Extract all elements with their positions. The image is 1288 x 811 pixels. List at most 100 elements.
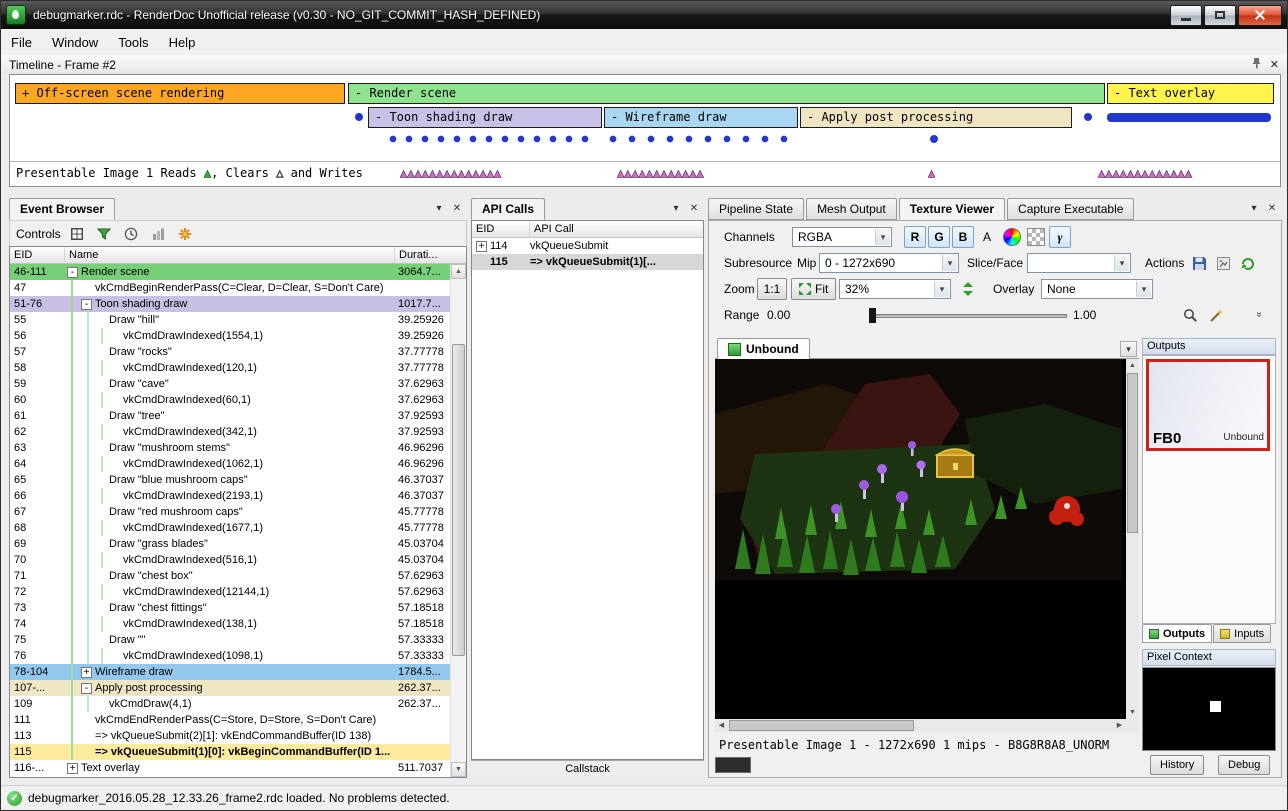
timeline-event-dot[interactable]	[1084, 113, 1092, 121]
timeline-panel-header[interactable]: Timeline - Frame #2 ✕	[1, 55, 1287, 74]
event-row[interactable]: 62 vkCmdDrawIndexed(342,1) 37.92593	[10, 424, 466, 440]
channel-red-button[interactable]: R	[904, 226, 926, 248]
timeline-section-wireframe[interactable]: - Wireframe draw	[604, 107, 798, 128]
viewport-vscrollbar[interactable]: ▲ ▼	[1126, 359, 1139, 719]
event-row[interactable]: 60 vkCmdDrawIndexed(60,1) 37.62963	[10, 392, 466, 408]
pin-icon[interactable]	[1251, 57, 1262, 72]
event-table-header[interactable]: EID Name Durati...	[10, 247, 466, 264]
gamma-button[interactable]: γ	[1049, 226, 1071, 248]
close-icon[interactable]: ✕	[1270, 58, 1279, 71]
event-row[interactable]: 72 vkCmdDrawIndexed(12144,1) 57.62963	[10, 584, 466, 600]
event-row[interactable]: 115 => vkQueueSubmit(1)[0]: vkBeginComma…	[10, 744, 466, 760]
channels-dropdown[interactable]: RGBA▾	[792, 227, 892, 247]
write-markers[interactable]: ▲▲▲▲▲▲▲▲▲▲▲▲▲▲	[400, 162, 600, 185]
column-eid[interactable]: EID	[472, 221, 530, 237]
timeline-section-text-overlay[interactable]: - Text overlay	[1107, 83, 1274, 104]
overlay-dropdown[interactable]: None▾	[1041, 279, 1153, 299]
texture-list-dropdown[interactable]: ▾	[1120, 341, 1137, 357]
zoom-1to1-button[interactable]: 1:1	[757, 278, 787, 300]
event-row[interactable]: 69 Draw "grass blades" 45.03704	[10, 536, 466, 552]
event-row[interactable]: 47 vkCmdBeginRenderPass(C=Clear, D=Clear…	[10, 280, 466, 296]
time-durations-icon[interactable]	[120, 224, 142, 244]
pixel-context-view[interactable]	[1142, 667, 1276, 751]
event-row[interactable]: 113 => vkQueueSubmit(2)[1]: vkEndCommand…	[10, 728, 466, 744]
scroll-up-icon[interactable]: ▲	[1126, 359, 1139, 372]
toolbar-overflow-icon[interactable]: »	[1253, 312, 1264, 318]
event-row[interactable]: 74 vkCmdDrawIndexed(138,1) 57.18518	[10, 616, 466, 632]
event-row[interactable]: 107-... -Apply post processing 262.37...	[10, 680, 466, 696]
event-row[interactable]: 73 Draw "chest fittings" 57.18518	[10, 600, 466, 616]
scroll-up-icon[interactable]: ▲	[451, 264, 466, 279]
zoom-dropdown[interactable]: 32%▾	[839, 279, 951, 299]
tab-event-browser[interactable]: Event Browser	[9, 198, 115, 220]
tab-inputs[interactable]: Inputs	[1213, 624, 1271, 643]
mip-dropdown[interactable]: 0 - 1272x690▾	[819, 253, 959, 273]
color-wheel-icon[interactable]	[1001, 226, 1023, 248]
expander-icon[interactable]: +	[476, 241, 487, 252]
browse-icon[interactable]	[66, 224, 88, 244]
close-icon[interactable]: ✕	[1264, 202, 1280, 217]
api-table-header[interactable]: EID API Call	[472, 221, 703, 238]
texture-tab-unbound[interactable]: Unbound	[717, 338, 810, 359]
expander-icon[interactable]: +	[81, 667, 92, 678]
alpha-checkerboard-icon[interactable]	[1025, 226, 1047, 248]
event-row[interactable]: 61 Draw "tree" 37.92593	[10, 408, 466, 424]
scroll-down-icon[interactable]: ▼	[451, 762, 466, 777]
texture-image[interactable]	[715, 359, 1122, 580]
event-browser-scrollbar[interactable]: ▲ ▼	[450, 264, 466, 777]
range-slider[interactable]	[869, 314, 1067, 318]
scrollbar-thumb[interactable]	[452, 344, 465, 656]
scroll-left-icon[interactable]: ◀	[715, 719, 728, 732]
event-row[interactable]: 75 Draw "" 57.33333	[10, 632, 466, 648]
expander-icon[interactable]: +	[67, 763, 78, 774]
right-panel-tab[interactable]: Texture Viewer	[899, 198, 1005, 220]
api-call-row[interactable]: +114 vkQueueSubmit	[472, 238, 703, 254]
channel-alpha-button[interactable]: A	[976, 226, 998, 248]
tab-api-calls[interactable]: API Calls	[471, 198, 545, 220]
column-duration[interactable]: Durati...	[395, 247, 466, 263]
flip-vertical-icon[interactable]	[957, 278, 979, 300]
range-max-value[interactable]: 1.00	[1073, 304, 1096, 326]
output-fb0-thumbnail[interactable]: FB0 Unbound	[1146, 359, 1270, 451]
event-row[interactable]: 67 Draw "red mushroom caps" 45.77778	[10, 504, 466, 520]
event-row[interactable]: 111 vkCmdEndRenderPass(C=Store, D=Store,…	[10, 712, 466, 728]
event-row[interactable]: 56 vkCmdDrawIndexed(1554,1) 39.25926	[10, 328, 466, 344]
pixel-context-header[interactable]: Pixel Context	[1142, 649, 1276, 666]
fit-button[interactable]: Fit	[791, 278, 836, 300]
write-markers[interactable]: ▲▲▲▲▲▲▲▲▲▲▲▲▲	[1098, 162, 1274, 185]
right-panel-tab[interactable]: Capture Executable	[1007, 198, 1134, 220]
dock-menu-icon[interactable]: ▾	[431, 202, 447, 217]
event-row[interactable]: 70 vkCmdDrawIndexed(516,1) 45.03704	[10, 552, 466, 568]
column-name[interactable]: Name	[65, 247, 395, 263]
save-icon[interactable]	[1188, 252, 1210, 274]
expander-icon[interactable]: -	[81, 683, 92, 694]
timeline-draw-dots-toon[interactable]	[388, 134, 597, 144]
expander-icon[interactable]: -	[67, 267, 78, 278]
event-row[interactable]: 57 Draw "rocks" 37.77778	[10, 344, 466, 360]
range-slider-thumb[interactable]	[869, 308, 876, 323]
event-row[interactable]: 58 vkCmdDrawIndexed(120,1) 37.77778	[10, 360, 466, 376]
timeline-section-offscreen[interactable]: + Off-screen scene rendering	[15, 83, 345, 104]
history-button[interactable]: History	[1150, 755, 1204, 775]
right-panel-tab[interactable]: Mesh Output	[806, 198, 897, 220]
timeline-event-dot[interactable]	[355, 113, 363, 121]
debug-button[interactable]: Debug	[1218, 755, 1270, 775]
timeline-event-dot[interactable]	[930, 135, 938, 143]
autofit-wand-icon[interactable]	[1205, 304, 1227, 326]
event-row[interactable]: 76 vkCmdDrawIndexed(1098,1) 57.33333	[10, 648, 466, 664]
menu-item[interactable]: Window	[42, 31, 108, 54]
menu-item[interactable]: Tools	[108, 31, 158, 54]
tab-outputs[interactable]: Outputs	[1142, 624, 1212, 643]
scroll-right-icon[interactable]: ▶	[1113, 719, 1126, 732]
statistics-icon[interactable]	[147, 224, 169, 244]
timeline-draw-dots-wireframe[interactable]	[608, 134, 799, 144]
range-min-value[interactable]: 0.00	[767, 304, 790, 326]
maximize-button[interactable]	[1204, 5, 1236, 26]
close-icon[interactable]: ✕	[686, 202, 702, 217]
channel-blue-button[interactable]: B	[952, 226, 974, 248]
event-row[interactable]: 46-111 -Render scene 3064.7...	[10, 264, 466, 280]
menu-item[interactable]: Help	[159, 31, 206, 54]
expander-icon[interactable]: -	[81, 299, 92, 310]
settings-icon[interactable]	[174, 224, 196, 244]
event-row[interactable]: 59 Draw "cave" 37.62963	[10, 376, 466, 392]
